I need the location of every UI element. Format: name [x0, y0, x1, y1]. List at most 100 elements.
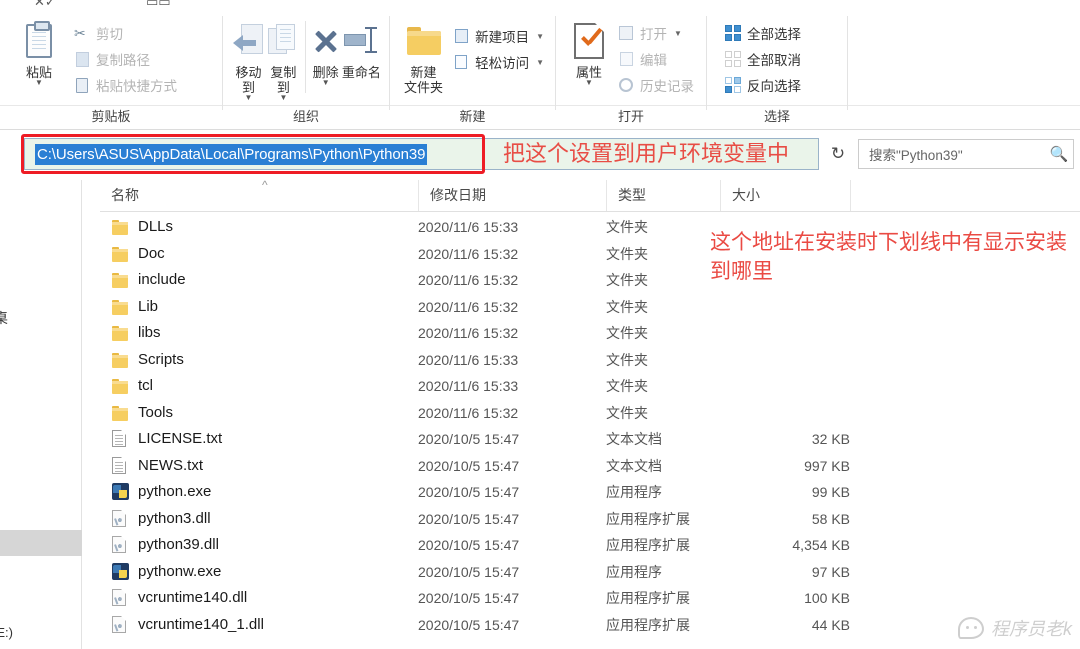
file-name[interactable]: python.exe [138, 479, 211, 506]
file-type: 应用程序 [606, 484, 662, 500]
file-type: 文件夹 [606, 325, 648, 341]
file-size [720, 320, 850, 347]
select-all-button[interactable]: 全部选择 [721, 20, 804, 46]
refresh-button[interactable]: ↻ [826, 141, 850, 167]
file-size [720, 241, 850, 268]
search-box[interactable]: 搜索"Python39" 🔍 [858, 139, 1074, 169]
file-list[interactable]: DLLs 2020/11/6 15:33 文件夹 Doc 2020/11/6 15:32… [100, 214, 1080, 638]
file-name[interactable]: LICENSE.txt [138, 426, 222, 453]
file-size [720, 214, 850, 241]
file-explorer-window: ✕✓ ▭▭ 粘贴 ▼ ✂ 剪切 复制路径 粘贴快捷方式 剪贴板 移动到 ▼ 复制… [0, 0, 1080, 649]
invert-selection-icon [724, 76, 742, 94]
file-name[interactable]: vcruntime140_1.dll [138, 612, 264, 639]
file-name[interactable]: Tools [138, 400, 173, 427]
new-item-button[interactable]: 新建项目 ▼ [449, 23, 547, 49]
table-row[interactable]: vcruntime140_1.dll 2020/10/5 15:47 应用程序扩展 4… [100, 612, 1080, 639]
table-row[interactable]: pythonw.exe 2020/10/5 15:47 应用程序 97 KB [100, 559, 1080, 586]
properties-icon [574, 19, 604, 63]
new-folder-icon [406, 19, 441, 63]
column-header-extra[interactable] [850, 180, 980, 211]
ribbon-group-filler [848, 11, 1080, 130]
file-name[interactable]: Lib [138, 294, 158, 321]
invert-selection-button[interactable]: 反向选择 [721, 72, 804, 98]
table-row[interactable]: tcl 2020/11/6 15:33 文件夹 [100, 373, 1080, 400]
address-path-text[interactable]: C:\Users\ASUS\AppData\Local\Programs\Pyt… [35, 144, 428, 165]
properties-button[interactable]: 属性 ▼ [564, 15, 614, 87]
nav-item-selected[interactable] [0, 530, 82, 556]
nav-item-clipped[interactable]: 桌 [0, 308, 8, 328]
table-row[interactable]: python3.dll 2020/10/5 15:47 应用程序扩展 58 KB [100, 506, 1080, 533]
table-row[interactable]: python.exe 2020/10/5 15:47 应用程序 99 KB [100, 479, 1080, 506]
file-name[interactable]: Doc [138, 241, 165, 268]
move-to-button[interactable]: 移动到 ▼ [231, 15, 266, 102]
chevron-down-icon: ▼ [35, 78, 43, 87]
file-name[interactable]: libs [138, 320, 161, 347]
column-header-date[interactable]: 修改日期 [418, 180, 606, 211]
table-row[interactable]: include 2020/11/6 15:32 文件夹 [100, 267, 1080, 294]
text-file-icon [112, 456, 130, 475]
folder-icon [112, 298, 130, 316]
rename-icon [344, 19, 378, 63]
file-name[interactable]: pythonw.exe [138, 559, 221, 586]
ribbon-group-label-new: 新建 [390, 105, 555, 130]
paste-shortcut-button[interactable]: 粘贴快捷方式 [70, 72, 180, 98]
file-name[interactable]: DLLs [138, 214, 173, 241]
history-button[interactable]: 历史记录 [614, 72, 697, 98]
table-row[interactable]: vcruntime140.dll 2020/10/5 15:47 应用程序扩展 100… [100, 585, 1080, 612]
file-name[interactable]: Scripts [138, 347, 184, 374]
file-date: 2020/10/5 15:47 [418, 537, 520, 553]
cut-button-label: 剪切 [96, 27, 123, 42]
table-row[interactable]: libs 2020/11/6 15:32 文件夹 [100, 320, 1080, 347]
chevron-down-icon: ▼ [244, 93, 253, 102]
copy-path-button[interactable]: 复制路径 [70, 46, 180, 72]
file-size [720, 294, 850, 321]
copy-to-button[interactable]: 复制到 ▼ [266, 15, 301, 102]
new-folder-button[interactable]: 新建 文件夹 [398, 15, 449, 95]
scissors-icon: ✂ [74, 25, 86, 41]
table-row[interactable]: Lib 2020/11/6 15:32 文件夹 [100, 294, 1080, 321]
easy-access-button[interactable]: 轻松访问 ▼ [449, 49, 547, 75]
file-name[interactable]: vcruntime140.dll [138, 585, 247, 612]
paste-button[interactable]: 粘贴 ▼ [8, 15, 70, 87]
delete-button[interactable]: 删除 ▼ [310, 15, 342, 87]
chevron-down-icon: ▼ [674, 28, 682, 38]
file-name[interactable]: include [138, 267, 186, 294]
select-all-button-label: 全部选择 [747, 27, 801, 42]
table-row[interactable]: Doc 2020/11/6 15:32 文件夹 [100, 241, 1080, 268]
folder-icon [112, 245, 130, 263]
table-row[interactable]: NEWS.txt 2020/10/5 15:47 文本文档 997 KB [100, 453, 1080, 480]
move-to-button-label: 移动到 [235, 65, 262, 95]
file-type: 文件夹 [606, 378, 648, 394]
ribbon-group-new: 新建 文件夹 新建项目 ▼ 轻松访问 ▼ 新建 [390, 11, 555, 130]
column-headers: 名称 修改日期 类型 大小 [100, 180, 1080, 212]
file-size [720, 400, 850, 427]
edit-button[interactable]: 编辑 [614, 46, 697, 72]
file-name[interactable]: tcl [138, 373, 153, 400]
file-type: 文件夹 [606, 219, 648, 235]
table-row[interactable]: Scripts 2020/11/6 15:33 文件夹 [100, 347, 1080, 374]
file-name[interactable]: python3.dll [138, 506, 211, 533]
column-header-size[interactable]: 大小 [720, 180, 850, 211]
file-name[interactable]: python39.dll [138, 532, 219, 559]
file-name[interactable]: NEWS.txt [138, 453, 203, 480]
nav-item-drive-e[interactable]: (E:) [0, 625, 13, 640]
table-row[interactable]: LICENSE.txt 2020/10/5 15:47 文本文档 32 KB [100, 426, 1080, 453]
select-none-button[interactable]: 全部取消 [721, 46, 804, 72]
open-button[interactable]: 打开 ▼ [614, 20, 697, 46]
table-row[interactable]: DLLs 2020/11/6 15:33 文件夹 [100, 214, 1080, 241]
file-size [720, 373, 850, 400]
search-input-placeholder[interactable]: 搜索"Python39" [859, 144, 1045, 164]
dll-file-icon [112, 615, 130, 634]
column-header-name[interactable]: 名称 [100, 180, 418, 211]
file-type: 文本文档 [606, 457, 662, 474]
file-date: 2020/10/5 15:47 [418, 510, 520, 527]
rename-button[interactable]: 重命名 [342, 15, 381, 80]
cut-button[interactable]: ✂ 剪切 [70, 20, 180, 46]
open-button-label: 打开 [640, 27, 667, 42]
table-row[interactable]: python39.dll 2020/10/5 15:47 应用程序扩展 4,354 K… [100, 532, 1080, 559]
watermark-text: 程序员老k [991, 619, 1072, 639]
watermark: 程序员老k [958, 615, 1072, 641]
table-row[interactable]: Tools 2020/11/6 15:32 文件夹 [100, 400, 1080, 427]
ribbon-group-label-open: 打开 [556, 105, 706, 130]
column-header-type[interactable]: 类型 [606, 180, 720, 211]
